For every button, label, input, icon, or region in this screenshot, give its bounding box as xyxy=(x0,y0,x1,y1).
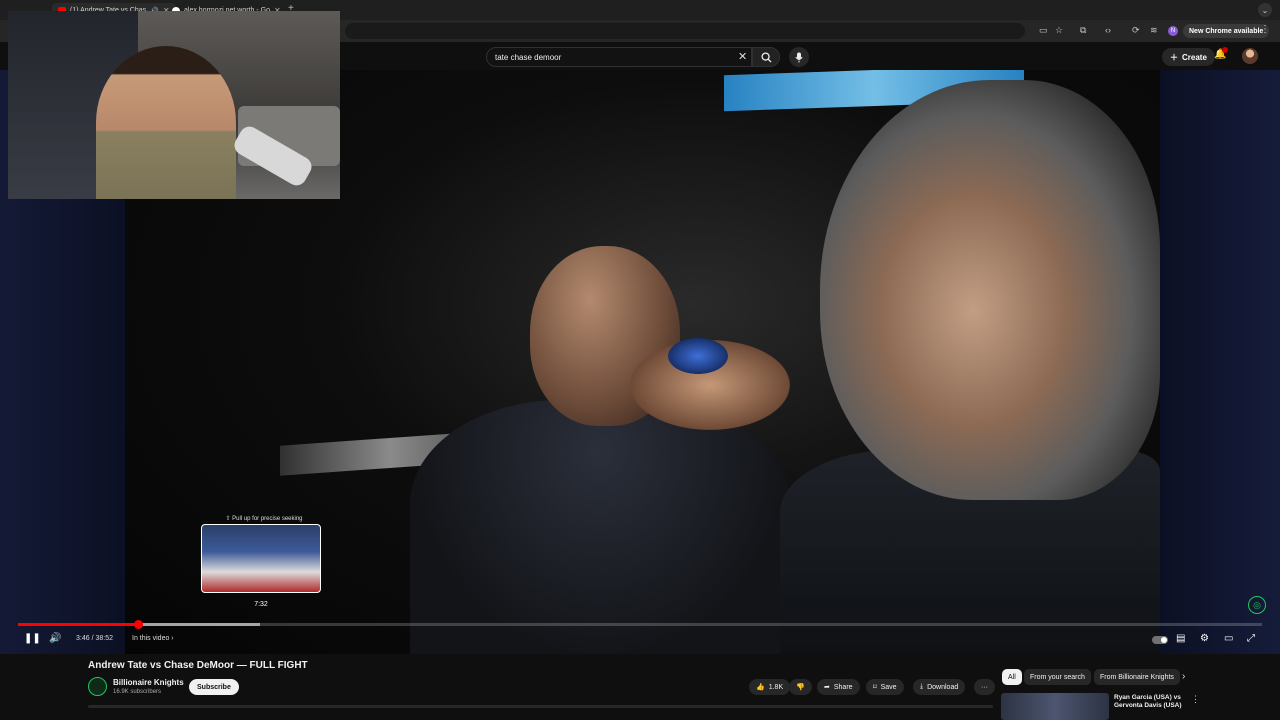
channel-watermark-icon[interactable]: ◎ xyxy=(1248,596,1266,614)
chip-from-your-search[interactable]: From your search xyxy=(1024,669,1091,685)
share-label: Share xyxy=(833,683,853,691)
seek-preview-thumbnail xyxy=(201,524,321,593)
chapters-label: In this video xyxy=(132,635,170,642)
extension-icon[interactable]: ⧉ xyxy=(1080,25,1086,36)
recommendation-menu-icon[interactable]: ⋮ xyxy=(1191,694,1200,705)
tab-search-icon[interactable]: ⌄ xyxy=(1258,3,1272,17)
share-button[interactable]: ➦ Share xyxy=(817,679,860,695)
subscribe-button[interactable]: Subscribe xyxy=(189,679,239,695)
create-button[interactable]: ＋ Create xyxy=(1162,48,1215,66)
voice-search-button[interactable] xyxy=(789,47,809,67)
dislike-button[interactable]: 👎 xyxy=(789,679,812,695)
chapters-button[interactable]: In this video › xyxy=(132,635,174,642)
chrome-update-button[interactable]: New Chrome available xyxy=(1183,24,1270,38)
notification-badge xyxy=(1222,47,1228,53)
thumbs-down-icon: 👎 xyxy=(796,684,805,691)
create-label: Create xyxy=(1182,52,1207,62)
autoplay-toggle[interactable] xyxy=(1152,636,1168,644)
plus-icon: ＋ xyxy=(1170,52,1178,62)
settings-gear-icon[interactable]: ⚙ xyxy=(1200,633,1209,644)
recommendation-title[interactable]: Ryan Garcia (USA) vs Gervonta Davis (USA… xyxy=(1114,694,1182,710)
fullscreen-icon[interactable]: ⤢ xyxy=(1247,633,1255,644)
webcam-overlay xyxy=(8,11,340,199)
channel-name[interactable]: Billionaire Knights xyxy=(113,678,184,687)
volume-icon[interactable]: 🔊 xyxy=(49,633,61,644)
account-avatar[interactable] xyxy=(1242,48,1258,64)
time-display: 3:46 / 38:52 xyxy=(76,635,113,642)
pause-icon[interactable]: ❚❚ xyxy=(24,633,41,644)
fighter-body xyxy=(410,400,790,654)
chip-from-channel[interactable]: From Billionaire Knights xyxy=(1094,669,1180,685)
more-actions-button[interactable]: ··· xyxy=(974,679,995,695)
save-label: Save xyxy=(880,683,897,691)
description-box-edge xyxy=(88,705,993,708)
search-icon xyxy=(760,51,772,63)
webcam-streamer xyxy=(96,46,236,199)
recommendation-thumbnail[interactable] xyxy=(1001,693,1109,720)
cast-icon[interactable]: ▭ xyxy=(1039,25,1048,36)
wifi-extension-icon[interactable]: ≋ xyxy=(1150,25,1158,36)
video-letterbox-right xyxy=(1160,70,1280,654)
bookmark-star-icon[interactable]: ☆ xyxy=(1055,25,1063,36)
address-bar[interactable] xyxy=(345,23,1025,39)
download-icon: ⤓ xyxy=(920,683,924,690)
search-input[interactable]: tate chase demoor xyxy=(486,47,752,67)
save-button[interactable]: ⌑ Save xyxy=(866,679,904,695)
video-title: Andrew Tate vs Chase DeMoor — FULL FIGHT xyxy=(88,660,308,671)
chevron-right-icon[interactable]: › xyxy=(1182,671,1185,682)
search-button[interactable] xyxy=(752,47,780,67)
theater-mode-icon[interactable]: ▭ xyxy=(1224,633,1233,644)
bookmark-icon: ⌑ xyxy=(873,684,877,691)
profile-avatar[interactable]: N xyxy=(1168,26,1178,36)
water-bottle xyxy=(668,338,728,374)
share-icon: ➦ xyxy=(824,684,830,691)
chip-all[interactable]: All xyxy=(1002,669,1022,685)
thumbs-up-icon: 👍 xyxy=(756,684,765,691)
progress-played xyxy=(18,623,139,626)
code-icon[interactable]: ‹› xyxy=(1105,25,1111,35)
like-button[interactable]: 👍 1.8K xyxy=(749,679,791,695)
microphone-icon xyxy=(795,52,803,62)
seek-preview-time: 7:32 xyxy=(254,601,268,608)
refresh-extension-icon[interactable]: ⟳ xyxy=(1132,25,1140,36)
clear-search-icon[interactable]: ✕ xyxy=(738,50,747,63)
channel-avatar[interactable] xyxy=(88,677,107,696)
subscriber-count: 16.9K subscribers xyxy=(113,689,162,695)
like-count: 1.8K xyxy=(768,683,784,691)
cornerman-head xyxy=(820,80,1160,500)
download-label: Download xyxy=(927,683,959,691)
chrome-menu-icon[interactable]: ⋮ xyxy=(1260,24,1270,35)
captions-icon[interactable]: ▤ xyxy=(1176,633,1185,644)
download-button[interactable]: ⤓ Download xyxy=(913,679,966,695)
seek-hint: ⇧ Pull up for precise seeking xyxy=(225,516,303,522)
